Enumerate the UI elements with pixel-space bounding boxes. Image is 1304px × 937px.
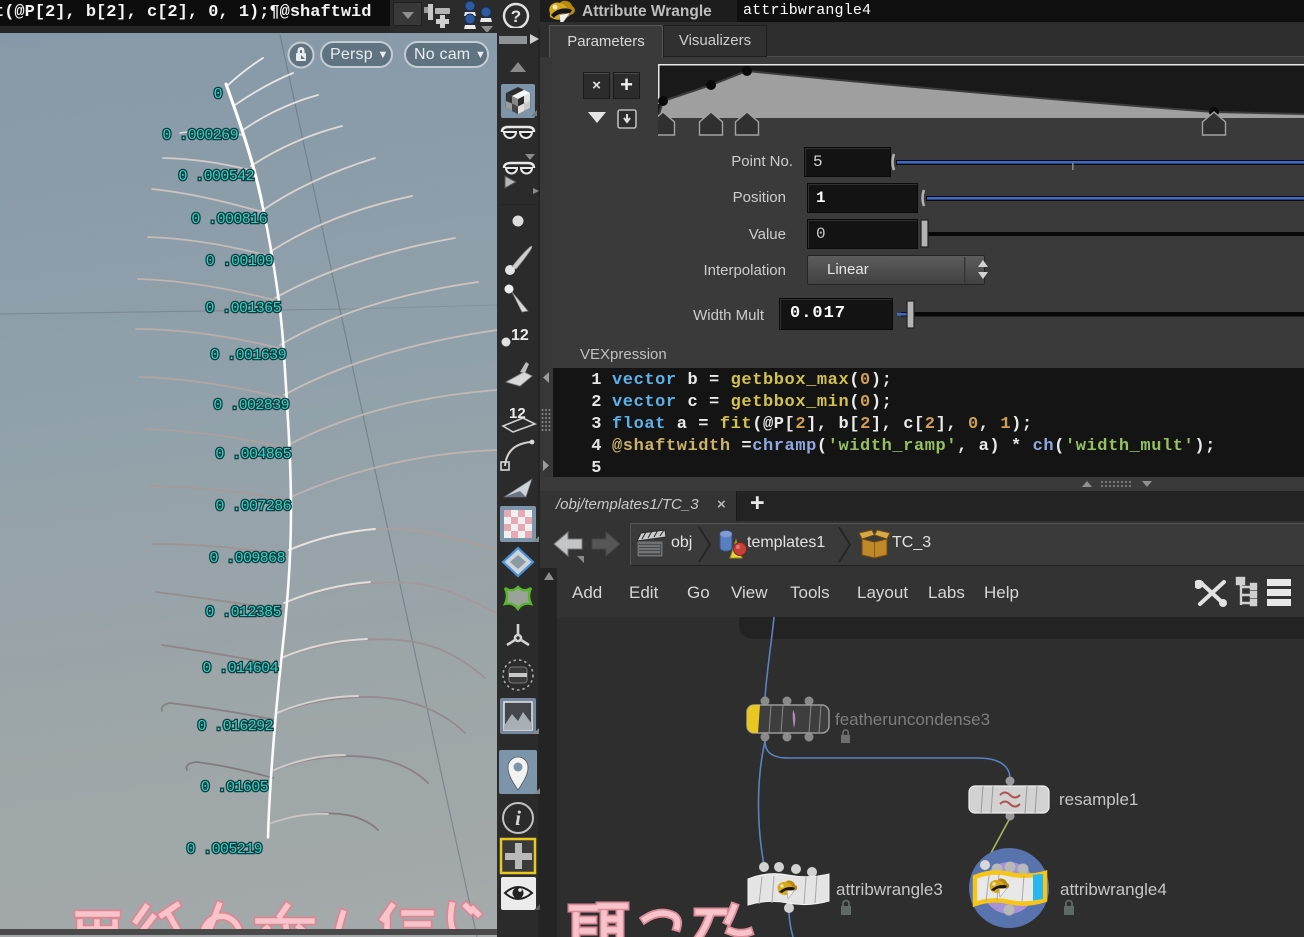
svg-text:12: 12: [509, 405, 526, 422]
svg-text:0 .000816: 0 .000816: [191, 211, 267, 228]
svg-text:0 .002839: 0 .002839: [213, 397, 289, 414]
svg-text:0 .01605: 0 .01605: [201, 779, 269, 796]
svg-text:0 .000269: 0 .000269: [162, 127, 238, 144]
svg-text:0 .016292: 0 .016292: [197, 718, 273, 735]
svg-text:0: 0: [214, 86, 223, 103]
svg-text:0 .007286: 0 .007286: [215, 498, 291, 515]
svg-text:0 .009868: 0 .009868: [209, 550, 285, 567]
svg-text:0 .000542: 0 .000542: [178, 168, 254, 185]
svg-text:0 .005219: 0 .005219: [186, 841, 262, 858]
svg-text:12: 12: [511, 327, 529, 344]
svg-text:0 .014604: 0 .014604: [202, 660, 278, 677]
svg-text:0 .001365: 0 .001365: [205, 300, 281, 317]
svg-text:i: i: [515, 806, 521, 830]
svg-text:0 .001639: 0 .001639: [210, 347, 286, 364]
svg-text:?: ?: [511, 7, 521, 26]
svg-text:0 .004865: 0 .004865: [215, 446, 291, 463]
svg-text:0 .012385: 0 .012385: [205, 604, 281, 621]
svg-text:0 .00109: 0 .00109: [206, 253, 273, 270]
